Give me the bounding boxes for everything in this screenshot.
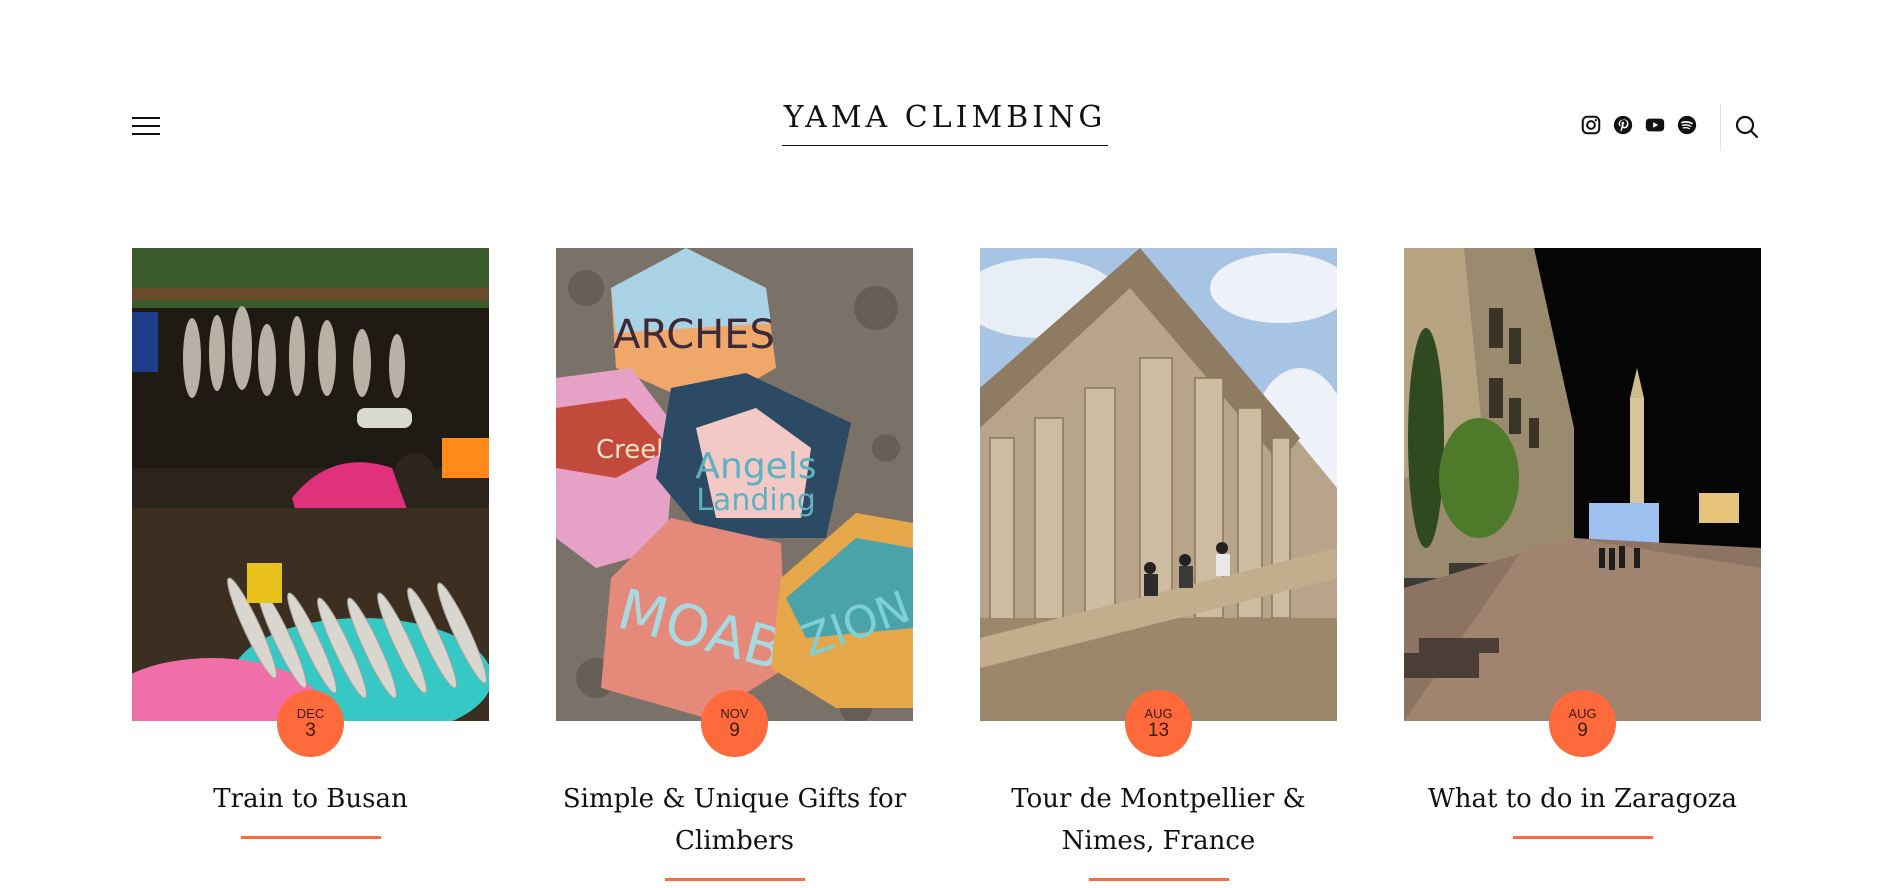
- post-title-text: Train to Busan: [213, 784, 408, 814]
- post-image-zaragoza[interactable]: [1404, 248, 1761, 721]
- post-title-underline: [240, 836, 381, 839]
- post-image-market[interactable]: [132, 248, 489, 721]
- post-image-stickers[interactable]: ARCHES Creek Angels Landing MOAB ZION: [556, 248, 913, 721]
- post-date-month: AUG: [1568, 706, 1597, 721]
- post-date-day: 3: [305, 720, 316, 741]
- post-date-day: 9: [1577, 720, 1588, 741]
- instagram-icon[interactable]: [1580, 114, 1602, 136]
- search-icon[interactable]: [1734, 114, 1760, 140]
- post-date-badge[interactable]: NOV 9: [701, 690, 768, 757]
- post-title-text: Tour de Montpellier & Nimes, France: [1011, 784, 1306, 856]
- post-title-text: What to do in Zaragoza: [1428, 784, 1737, 814]
- post-date-month: DEC: [296, 706, 325, 721]
- post-title-link[interactable]: Simple & Unique Gifts for Climbers: [546, 778, 923, 881]
- post-title-underline: [664, 878, 805, 881]
- social-links: [1580, 114, 1698, 136]
- post-title-link[interactable]: Tour de Montpellier & Nimes, France: [970, 778, 1347, 881]
- post-title-underline: [1088, 878, 1229, 881]
- svg-text:ARCHES: ARCHES: [613, 312, 775, 358]
- post-date-day: 9: [729, 720, 740, 741]
- svg-text:Landing: Landing: [696, 483, 816, 518]
- spotify-icon[interactable]: [1676, 114, 1698, 136]
- site-title-link[interactable]: YAMA CLIMBING: [781, 100, 1109, 146]
- svg-text:Angels: Angels: [695, 446, 816, 487]
- post-date-month: NOV: [720, 706, 749, 721]
- post-image-temple[interactable]: [980, 248, 1337, 721]
- pinterest-icon[interactable]: [1612, 114, 1634, 136]
- post-date-badge[interactable]: DEC 3: [277, 690, 344, 757]
- post-date-month: AUG: [1144, 706, 1173, 721]
- youtube-icon[interactable]: [1644, 114, 1666, 136]
- site-header: YAMA CLIMBING: [0, 0, 1890, 200]
- post-date-badge[interactable]: AUG 9: [1549, 690, 1616, 757]
- post-date-day: 13: [1147, 720, 1170, 741]
- post-title-link[interactable]: What to do in Zaragoza: [1394, 778, 1771, 839]
- post-title-text: Simple & Unique Gifts for Climbers: [562, 784, 907, 856]
- post-title-underline: [1512, 836, 1653, 839]
- post-date-badge[interactable]: AUG 13: [1125, 690, 1192, 757]
- post-title-link[interactable]: Train to Busan: [122, 778, 499, 839]
- header-divider: [1720, 104, 1721, 150]
